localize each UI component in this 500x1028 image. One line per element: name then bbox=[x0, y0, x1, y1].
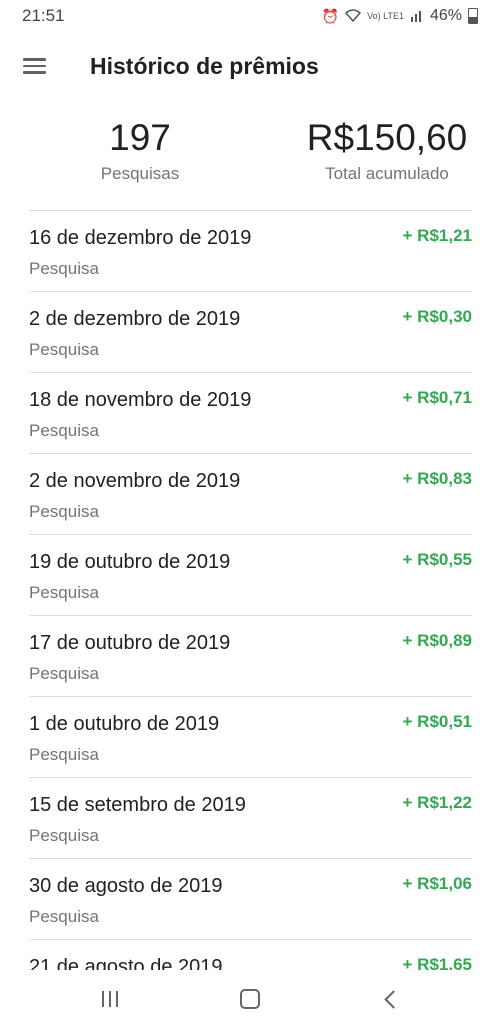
reward-amount: + R$0,51 bbox=[402, 712, 472, 731]
reward-type: Pesquisa bbox=[29, 583, 99, 602]
list-item[interactable]: 16 de dezembro de 2019 Pesquisa + R$1,21 bbox=[29, 211, 472, 292]
reward-date: 2 de dezembro de 2019 bbox=[29, 308, 241, 330]
signal-icon bbox=[410, 8, 424, 25]
wifi-icon bbox=[345, 8, 362, 25]
reward-amount: + R$1,65 bbox=[402, 955, 472, 970]
alarm-icon: ⏰ bbox=[321, 7, 340, 24]
reward-type: Pesquisa bbox=[29, 502, 99, 521]
status-bar: 21:51 ⏰ Vo) LTE1 46% bbox=[0, 0, 500, 32]
home-button[interactable] bbox=[210, 975, 290, 1023]
survey-count-value: 197 bbox=[109, 117, 171, 158]
reward-type: Pesquisa bbox=[29, 907, 99, 926]
rewards-summary: 197 Pesquisas R$150,60 Total acumulado bbox=[0, 116, 500, 196]
reward-type: Pesquisa bbox=[29, 826, 99, 845]
list-item[interactable]: 30 de agosto de 2019 Pesquisa + R$1,06 bbox=[29, 859, 472, 940]
reward-amount: + R$1,22 bbox=[402, 793, 472, 812]
reward-date: 17 de outubro de 2019 bbox=[29, 632, 231, 654]
reward-date: 21 de agosto de 2019 bbox=[29, 956, 223, 970]
rewards-list[interactable]: 16 de dezembro de 2019 Pesquisa + R$1,21… bbox=[29, 211, 472, 970]
reward-date: 16 de dezembro de 2019 bbox=[29, 227, 252, 249]
recents-icon bbox=[102, 991, 118, 1007]
list-item[interactable]: 15 de setembro de 2019 Pesquisa + R$1,22 bbox=[29, 778, 472, 859]
reward-amount: + R$1,06 bbox=[402, 874, 472, 893]
list-item[interactable]: 2 de dezembro de 2019 Pesquisa + R$0,30 bbox=[29, 292, 472, 373]
page-title: Histórico de prêmios bbox=[90, 52, 319, 79]
list-item[interactable]: 1 de outubro de 2019 Pesquisa + R$0,51 bbox=[29, 697, 472, 778]
reward-amount: + R$1,21 bbox=[402, 226, 472, 245]
reward-amount: + R$0,30 bbox=[402, 307, 472, 326]
reward-type: Pesquisa bbox=[29, 259, 99, 278]
reward-amount: + R$0,89 bbox=[402, 631, 472, 650]
battery-percent: 46% bbox=[429, 7, 462, 24]
battery-icon bbox=[468, 8, 478, 24]
reward-date: 18 de novembro de 2019 bbox=[29, 389, 252, 411]
reward-date: 15 de setembro de 2019 bbox=[29, 794, 246, 816]
status-time: 21:51 bbox=[22, 6, 65, 25]
total-accumulated-stat: R$150,60 Total acumulado bbox=[277, 116, 497, 196]
survey-count-label: Pesquisas bbox=[100, 164, 180, 183]
total-accumulated-value: R$150,60 bbox=[306, 117, 468, 158]
total-accumulated-label: Total acumulado bbox=[325, 164, 449, 183]
reward-date: 1 de outubro de 2019 bbox=[29, 713, 220, 735]
recents-button[interactable] bbox=[70, 975, 150, 1023]
reward-amount: + R$0,71 bbox=[402, 388, 472, 407]
list-item[interactable]: 2 de novembro de 2019 Pesquisa + R$0,83 bbox=[29, 454, 472, 535]
list-item[interactable]: 18 de novembro de 2019 Pesquisa + R$0,71 bbox=[29, 373, 472, 454]
reward-date: 19 de outubro de 2019 bbox=[29, 551, 231, 573]
back-button[interactable] bbox=[350, 975, 430, 1023]
reward-date: 2 de novembro de 2019 bbox=[29, 470, 241, 492]
reward-type: Pesquisa bbox=[29, 745, 99, 764]
reward-type: Pesquisa bbox=[29, 664, 99, 683]
reward-type: Pesquisa bbox=[29, 340, 99, 359]
home-icon bbox=[240, 989, 260, 1009]
survey-count-stat: 197 Pesquisas bbox=[0, 116, 280, 196]
back-icon bbox=[383, 989, 403, 1009]
hamburger-menu-icon bbox=[22, 58, 46, 74]
app-bar: Histórico de prêmios bbox=[0, 38, 500, 94]
menu-button[interactable] bbox=[2, 38, 66, 94]
list-item[interactable]: 21 de agosto de 2019 Pesquisa + R$1,65 bbox=[29, 940, 472, 970]
system-nav-bar bbox=[0, 970, 500, 1028]
reward-type: Pesquisa bbox=[29, 421, 99, 440]
list-item[interactable]: 19 de outubro de 2019 Pesquisa + R$0,55 bbox=[29, 535, 472, 616]
list-item[interactable]: 17 de outubro de 2019 Pesquisa + R$0,89 bbox=[29, 616, 472, 697]
reward-amount: + R$0,83 bbox=[402, 469, 472, 488]
reward-date: 30 de agosto de 2019 bbox=[29, 875, 223, 897]
reward-amount: + R$0,55 bbox=[402, 550, 472, 569]
status-icons: ⏰ Vo) LTE1 46% bbox=[322, 7, 478, 25]
network-label: Vo) LTE1 bbox=[367, 10, 404, 21]
